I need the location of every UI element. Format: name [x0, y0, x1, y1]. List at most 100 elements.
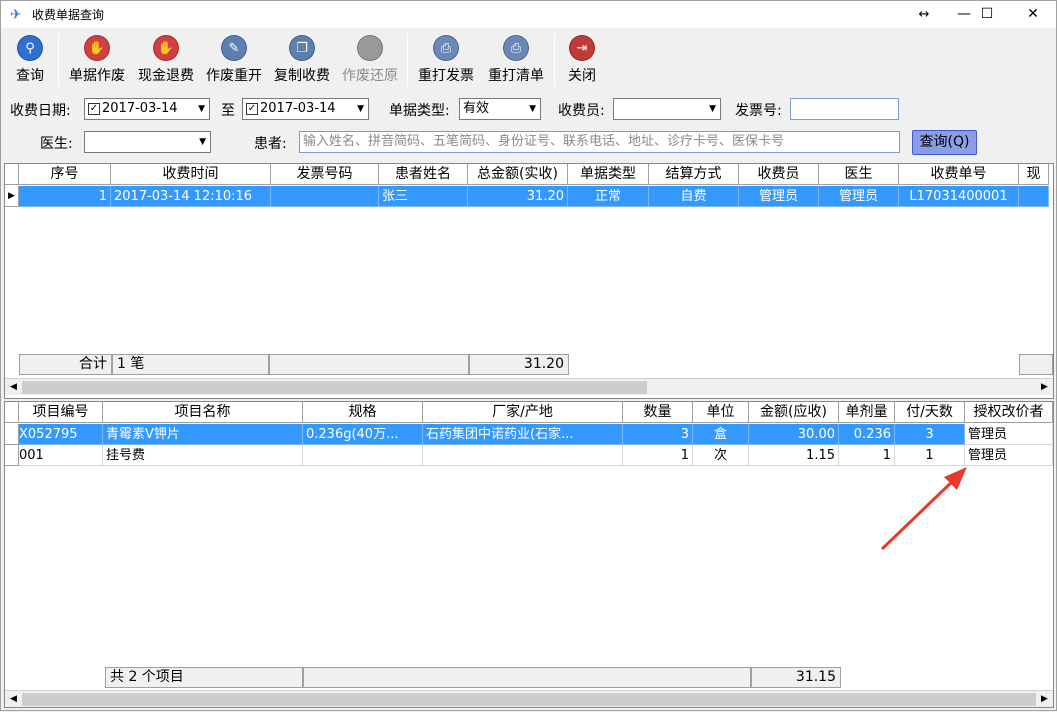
- scroll-right-icon[interactable]: ▶: [1036, 691, 1053, 708]
- table-cell[interactable]: 31.20: [468, 186, 568, 207]
- items-grid: 项目编号 项目名称 规格 厂家/产地 数量 单位 金额(应收) 单剂量 付/天数 授权改价者 X05…: [4, 401, 1054, 708]
- column-header[interactable]: 结算方式: [649, 164, 739, 185]
- doctor-select[interactable]: ▼: [84, 131, 211, 153]
- table-cell[interactable]: 盒: [693, 424, 749, 445]
- column-header[interactable]: 项目编号: [19, 402, 103, 423]
- maximize-button[interactable]: ☐: [964, 1, 1010, 28]
- patient-search-input[interactable]: 输入姓名、拼音简码、五笔简码、身份证号、联系电话、地址、诊疗卡号、医保卡号: [299, 131, 900, 153]
- column-header[interactable]: 发票号码: [271, 164, 379, 185]
- table-cell[interactable]: 1: [895, 445, 965, 466]
- table-cell[interactable]: L17031400001: [899, 186, 1019, 207]
- toolbar-button-6[interactable]: ⎙ 重打发票: [411, 31, 481, 89]
- column-header[interactable]: 收费员: [739, 164, 819, 185]
- table-cell[interactable]: [1019, 186, 1049, 207]
- query-button[interactable]: 查询(Q): [912, 130, 977, 155]
- date-range-separator: 至: [221, 103, 235, 119]
- toolbar-button-2[interactable]: ✋ 现金退费: [132, 31, 200, 89]
- scroll-thumb[interactable]: [22, 381, 647, 394]
- toolbar-button-label: 作废还原: [342, 68, 398, 84]
- horizontal-scrollbar[interactable]: ◀ ▶: [5, 690, 1053, 707]
- date-from-picker[interactable]: ✓ 2017-03-14 ▼: [84, 98, 210, 120]
- table-cell[interactable]: [303, 445, 423, 466]
- table-cell[interactable]: 30.00: [749, 424, 839, 445]
- column-header[interactable]: 序号: [19, 164, 111, 185]
- printer-icon: ⎙: [433, 35, 459, 61]
- column-header[interactable]: 项目名称: [103, 402, 303, 423]
- table-cell[interactable]: 挂号费: [103, 445, 303, 466]
- toolbar-button-1[interactable]: ✋ 单据作废: [62, 31, 132, 89]
- row-indicator-icon: ▶: [5, 186, 19, 207]
- scroll-left-icon[interactable]: ◀: [5, 691, 22, 708]
- cashier-select[interactable]: ▼: [613, 98, 721, 120]
- table-cell[interactable]: 1: [623, 445, 693, 466]
- column-header[interactable]: 金额(应收): [749, 402, 839, 423]
- table-cell[interactable]: 1: [839, 445, 895, 466]
- table-cell[interactable]: 张三: [379, 186, 468, 207]
- items-footer-total: 31.15: [751, 667, 841, 688]
- table-cell[interactable]: 1: [19, 186, 111, 207]
- column-header[interactable]: 总金额(实收): [468, 164, 568, 185]
- column-header[interactable]: 数量: [623, 402, 693, 423]
- receipt-type-select[interactable]: 有效 ▼: [459, 98, 541, 120]
- date-to-checkbox[interactable]: ✓: [246, 102, 258, 115]
- table-cell[interactable]: 青霉素V钾片: [103, 424, 303, 445]
- table-cell[interactable]: X052795: [19, 424, 103, 445]
- table-cell[interactable]: 自费: [649, 186, 739, 207]
- horizontal-scrollbar[interactable]: ◀ ▶: [5, 378, 1053, 395]
- magnifier-icon: ⚲: [17, 35, 43, 61]
- patient-label: 患者:: [254, 136, 287, 152]
- date-from-checkbox[interactable]: ✓: [88, 102, 100, 115]
- toolbar-button-3[interactable]: ✎ 作废重开: [200, 31, 268, 89]
- column-header[interactable]: 收费时间: [111, 164, 271, 185]
- table-cell[interactable]: 石药集团中诺药业(石家...: [423, 424, 623, 445]
- table-cell[interactable]: 管理员: [965, 445, 1053, 466]
- table-cell[interactable]: 3: [623, 424, 693, 445]
- scroll-left-icon[interactable]: ◀: [5, 379, 22, 396]
- scroll-thumb[interactable]: [22, 693, 1036, 706]
- table-cell[interactable]: 管理员: [965, 424, 1053, 445]
- table-cell[interactable]: 3: [895, 424, 965, 445]
- toolbar-button-label: 现金退费: [138, 68, 194, 84]
- toolbar-button-0[interactable]: ⚲ 查询: [5, 31, 55, 89]
- invoice-number-label: 发票号:: [735, 103, 782, 119]
- close-button[interactable]: ✕: [1010, 1, 1056, 28]
- table-cell[interactable]: 0.236: [839, 424, 895, 445]
- column-header[interactable]: 付/天数: [895, 402, 965, 423]
- date-to-value: 2017-03-14: [260, 101, 336, 116]
- table-cell[interactable]: 0.236g(40万...: [303, 424, 423, 445]
- table-cell[interactable]: 2017-03-14 12:10:16: [111, 186, 271, 207]
- date-to-picker[interactable]: ✓ 2017-03-14 ▼: [242, 98, 369, 120]
- table-cell[interactable]: 1.15: [749, 445, 839, 466]
- table-cell[interactable]: 管理员: [739, 186, 819, 207]
- column-header[interactable]: 规格: [303, 402, 423, 423]
- toolbar-button-8[interactable]: ⇥ 关闭: [558, 31, 606, 89]
- column-header[interactable]: 现: [1019, 164, 1049, 185]
- chevron-down-icon: ▼: [529, 104, 536, 114]
- column-header[interactable]: 厂家/产地: [423, 402, 623, 423]
- column-header[interactable]: 单位: [693, 402, 749, 423]
- toolbar-button-7[interactable]: ⎙ 重打清单: [481, 31, 551, 89]
- column-header[interactable]: 患者姓名: [379, 164, 468, 185]
- copy-icon: ❐: [289, 35, 315, 61]
- table-cell[interactable]: 001: [19, 445, 103, 466]
- column-header[interactable]: 单据类型: [568, 164, 649, 185]
- column-header[interactable]: 授权改价者: [965, 402, 1053, 423]
- exit-door-icon: ⇥: [569, 35, 595, 61]
- table-cell[interactable]: 管理员: [819, 186, 899, 207]
- column-header[interactable]: 收费单号: [899, 164, 1019, 185]
- table-cell[interactable]: [423, 445, 623, 466]
- invoice-number-input[interactable]: [790, 98, 899, 120]
- scroll-right-icon[interactable]: ▶: [1036, 379, 1053, 396]
- window-title: 收费单据查询: [32, 8, 105, 22]
- cashier-label: 收费员:: [558, 103, 605, 119]
- toolbar-separator: [407, 34, 408, 86]
- table-cell[interactable]: [271, 186, 379, 207]
- charge-date-label: 收费日期:: [10, 103, 71, 119]
- app-icon: ✈: [10, 6, 22, 23]
- toolbar-button-label: 查询: [16, 68, 44, 84]
- column-header[interactable]: 医生: [819, 164, 899, 185]
- table-cell[interactable]: 次: [693, 445, 749, 466]
- toolbar-button-4[interactable]: ❐ 复制收费: [268, 31, 336, 89]
- table-cell[interactable]: 正常: [568, 186, 649, 207]
- column-header[interactable]: 单剂量: [839, 402, 895, 423]
